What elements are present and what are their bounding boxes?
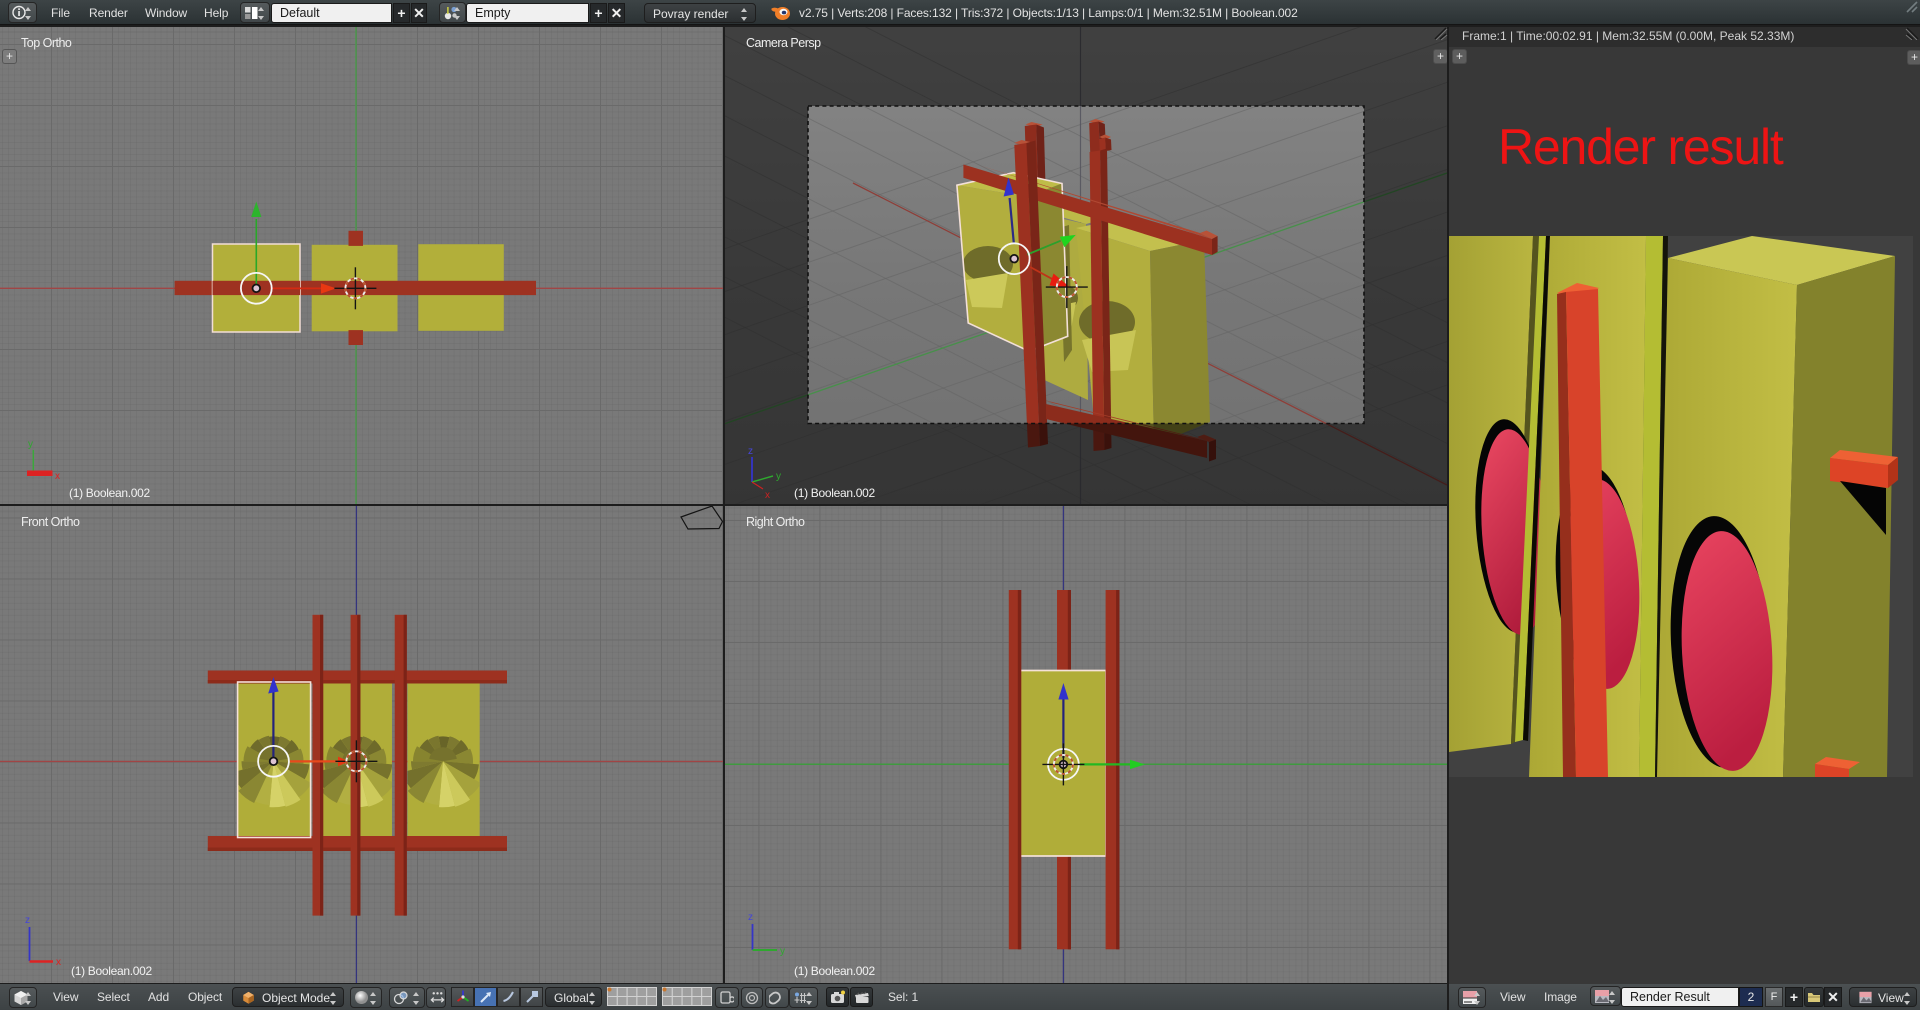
svg-text:y: y [776, 471, 781, 482]
svg-text:y: y [780, 946, 785, 957]
svg-text:x: x [56, 957, 61, 968]
svg-text:z: z [25, 915, 30, 926]
svg-text:x: x [765, 490, 770, 501]
svg-text:z: z [748, 446, 753, 457]
svg-text:y: y [28, 439, 33, 450]
svg-text:x: x [55, 471, 60, 482]
svg-text:z: z [748, 912, 753, 923]
